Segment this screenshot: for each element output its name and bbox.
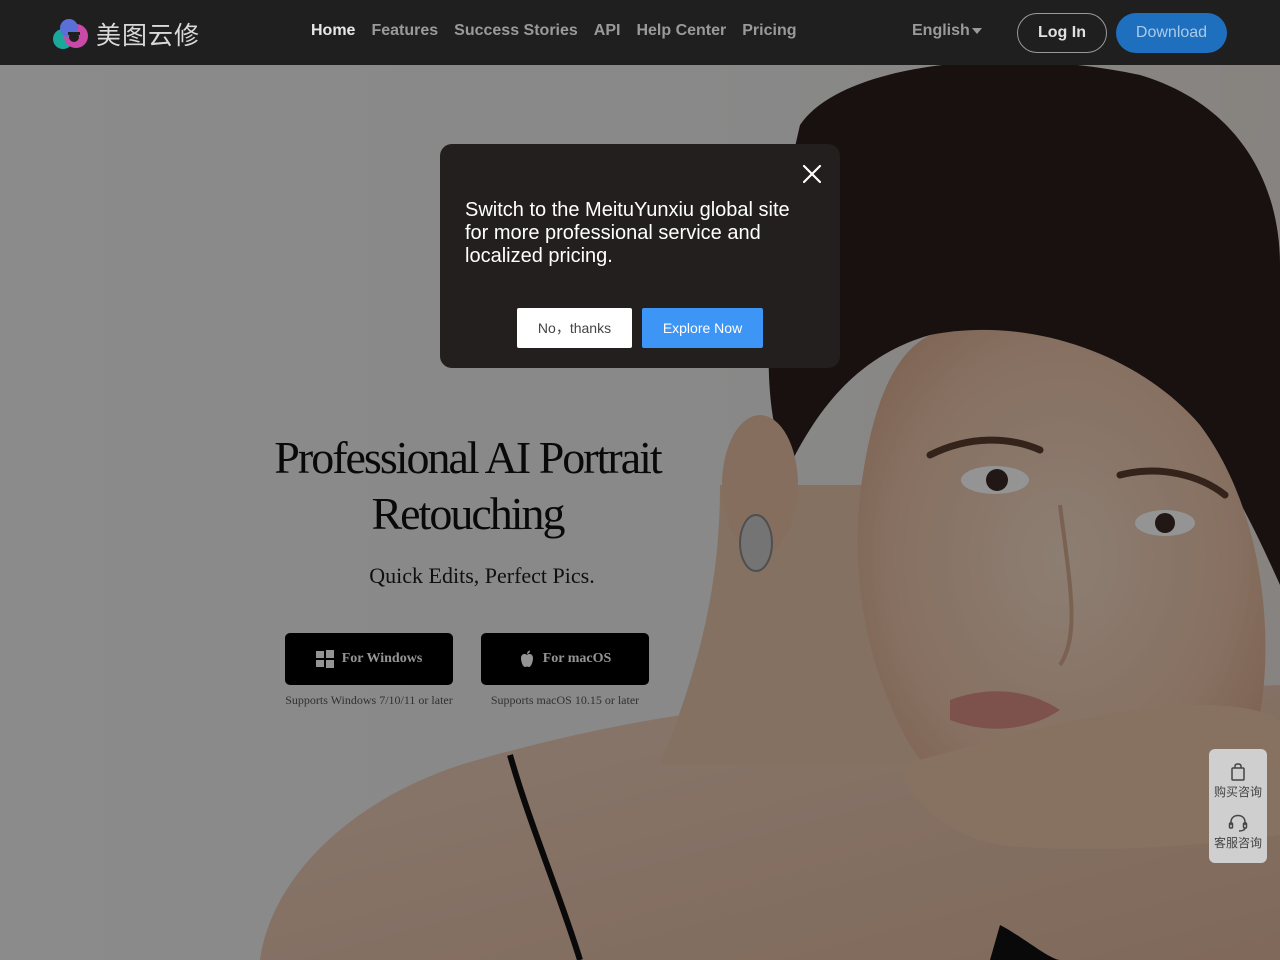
caret-down-icon (971, 28, 982, 34)
region-switch-modal: Switch to the MeituYunxiu global site fo… (440, 144, 840, 368)
headset-icon (1228, 814, 1248, 832)
nav-features[interactable]: Features (363, 20, 446, 42)
nav-pricing[interactable]: Pricing (734, 20, 804, 42)
logo-icon (52, 17, 90, 51)
nav-home[interactable]: Home (303, 20, 363, 42)
purchase-consult-button[interactable]: 购买咨询 (1209, 763, 1267, 800)
nav-success-stories[interactable]: Success Stories (446, 20, 586, 42)
top-nav: 美图云修 Home Features Success Stories API H… (0, 0, 1280, 65)
nav-help-center[interactable]: Help Center (628, 20, 734, 42)
no-thanks-button[interactable]: No，thanks (517, 308, 632, 348)
language-label: English (912, 22, 970, 39)
customer-service-label: 客服咨询 (1213, 836, 1262, 850)
modal-message: Switch to the MeituYunxiu global site fo… (465, 199, 790, 267)
login-button[interactable]: Log In (1017, 13, 1107, 53)
brand-name: 美图云修 (96, 21, 201, 50)
brand-logo[interactable]: 美图云修 (52, 16, 200, 52)
purchase-consult-label: 购买咨询 (1213, 785, 1262, 799)
shopping-bag-icon (1231, 763, 1245, 781)
nav-api[interactable]: API (586, 20, 629, 42)
explore-now-button[interactable]: Explore Now (642, 308, 763, 348)
side-contact-widget: 购买咨询 客服咨询 (1209, 749, 1267, 863)
language-selector[interactable]: English (912, 22, 982, 40)
download-button[interactable]: Download (1116, 13, 1227, 53)
main-navigation: Home Features Success Stories API Help C… (303, 20, 804, 42)
close-icon[interactable] (801, 163, 823, 185)
customer-service-button[interactable]: 客服咨询 (1209, 814, 1267, 851)
